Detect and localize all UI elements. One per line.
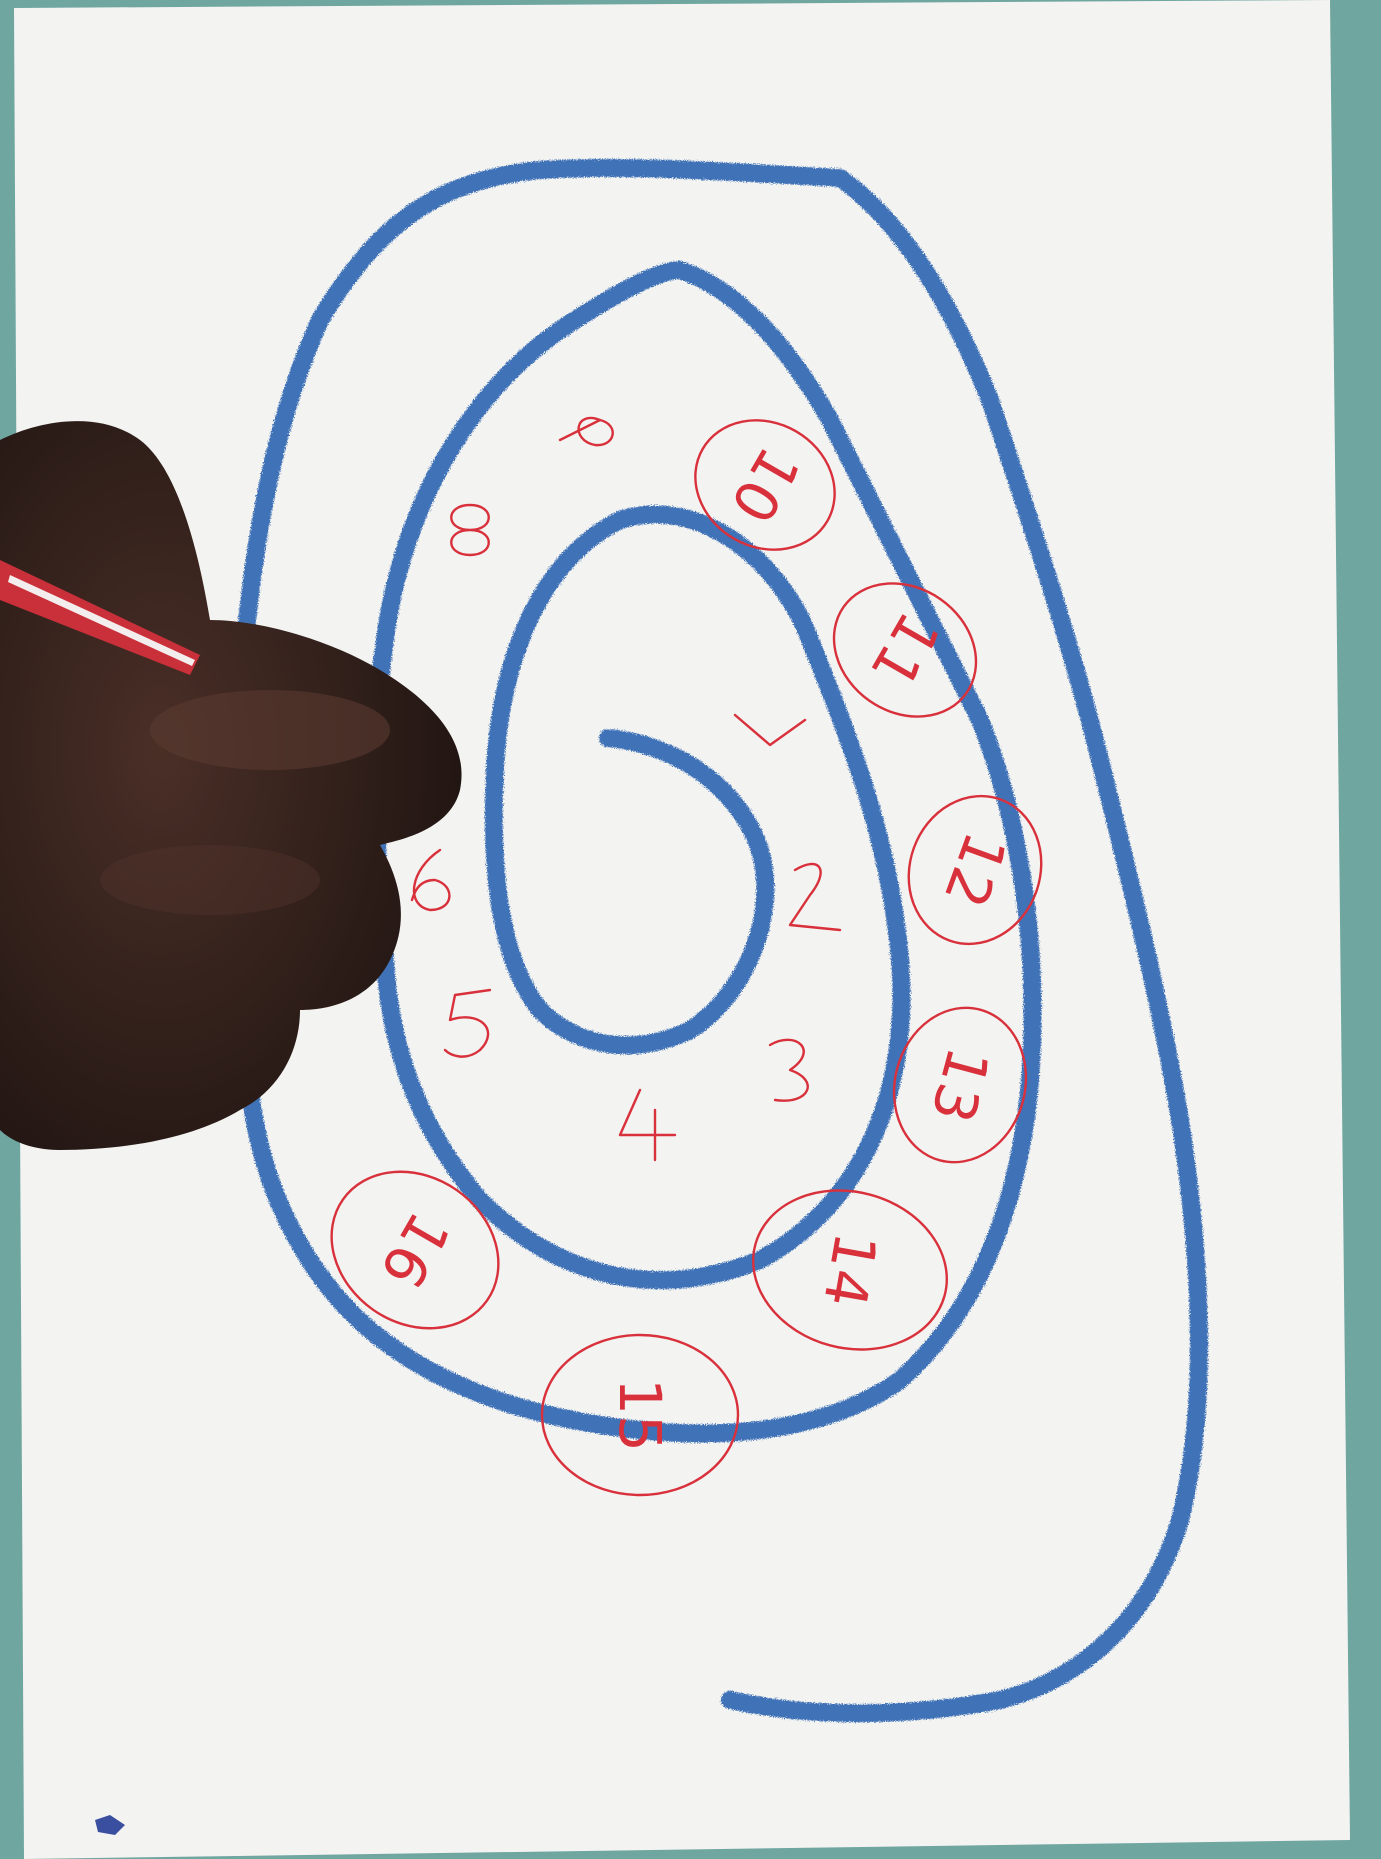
plain-label-1: 1 <box>770 718 779 734</box>
plain-label-3: 3 <box>790 1058 799 1074</box>
knuckle-highlight <box>100 845 320 915</box>
plain-label-6: 6 <box>430 878 439 894</box>
plain-label-8: 8 <box>470 518 479 534</box>
label-14: 14 <box>810 1228 890 1312</box>
plain-label-9: 9 <box>595 418 604 434</box>
finger-highlight <box>150 690 390 770</box>
plain-label-4: 4 <box>650 1118 659 1134</box>
plain-label-2: 2 <box>810 888 819 904</box>
label-15: 15 <box>606 1378 674 1452</box>
photo-scene: 10 11 12 13 14 15 16 1 2 3 4 5 6 8 9 <box>0 0 1381 1859</box>
plain-label-5: 5 <box>470 1018 479 1034</box>
